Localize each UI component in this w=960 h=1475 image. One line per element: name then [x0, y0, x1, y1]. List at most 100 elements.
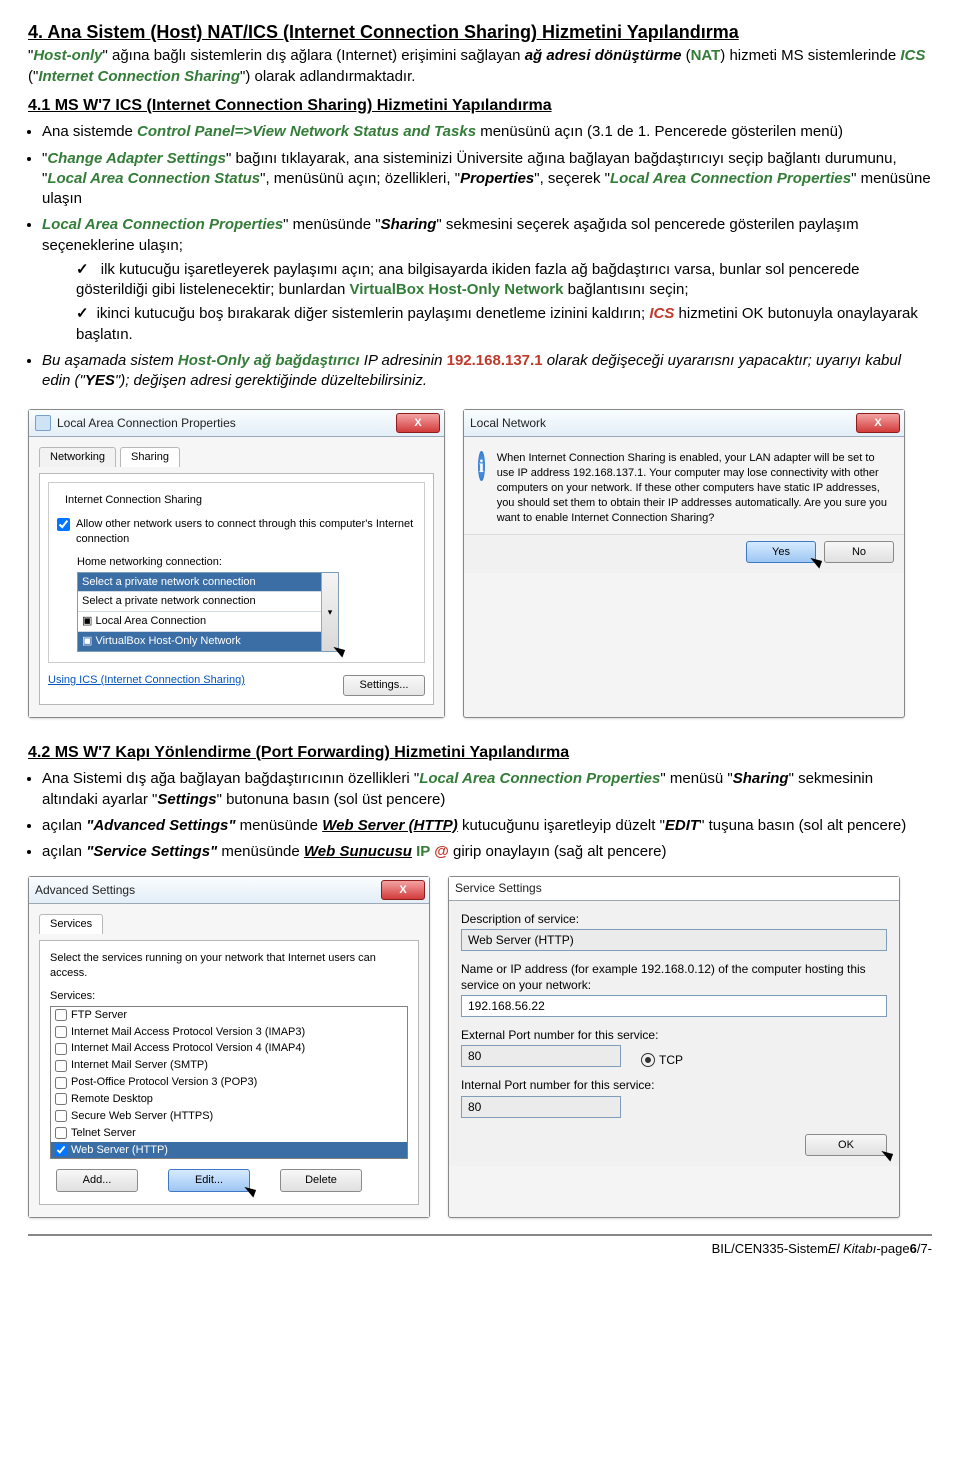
services-listbox[interactable]: FTP ServerInternet Mail Access Protocol …: [50, 1006, 408, 1160]
info-text: When Internet Connection Sharing is enab…: [497, 451, 890, 525]
yes-button[interactable]: Yes: [746, 541, 816, 564]
service-checkbox[interactable]: [55, 1043, 67, 1055]
list-4-2: Ana Sistemi dış ağa bağlayan bağdaştırıc…: [42, 769, 932, 862]
dropdown-home-net[interactable]: Select a private network connection ▾ Se…: [77, 572, 339, 652]
service-row[interactable]: Web Server (HTTP): [51, 1142, 407, 1159]
txt: (": [28, 68, 38, 85]
service-row[interactable]: Post-Office Protocol Version 3 (POP3): [51, 1074, 407, 1091]
edit-button[interactable]: Edit...: [168, 1169, 250, 1192]
settings-button[interactable]: Settings...: [343, 675, 425, 696]
dropdown-option-highlighted[interactable]: ▣ VirtualBox Host-Only Network: [78, 631, 338, 651]
footer-text-italic: El Kitabı: [828, 1240, 876, 1258]
close-button[interactable]: X: [381, 880, 425, 900]
add-button[interactable]: Add...: [56, 1169, 138, 1192]
field-ip[interactable]: [461, 995, 887, 1017]
txt: ") olarak adlandırmaktadır.: [240, 68, 415, 85]
list-item: Ana Sistemi dış ağa bağlayan bağdaştırıc…: [42, 769, 932, 810]
checkbox-label: Allow other network users to connect thr…: [76, 517, 416, 547]
dropdown-option[interactable]: ▣ Local Area Connection: [78, 611, 338, 631]
close-button[interactable]: X: [856, 413, 900, 433]
tab-strip: Services: [39, 914, 419, 934]
service-row[interactable]: Remote Desktop: [51, 1091, 407, 1108]
txt: " menüsünde ": [283, 216, 380, 233]
dropdown-option[interactable]: Select a private network connection: [78, 591, 338, 611]
term-adv-settings: "Advanced Settings": [86, 817, 235, 834]
service-row[interactable]: Internet Mail Access Protocol Version 4 …: [51, 1040, 407, 1057]
service-label: Post-Office Protocol Version 3 (POP3): [71, 1075, 257, 1090]
dialog-button-row: Yes No: [464, 534, 904, 574]
ok-button[interactable]: OK: [805, 1134, 887, 1157]
service-checkbox[interactable]: [55, 1110, 67, 1122]
service-label: Internet Mail Access Protocol Version 3 …: [71, 1025, 305, 1040]
label-home-net: Home networking connection:: [77, 555, 416, 570]
label-desc: Description of service:: [461, 911, 887, 927]
dialog-advanced-settings: Advanced Settings X Services Select the …: [28, 876, 430, 1218]
close-button[interactable]: X: [396, 413, 440, 433]
shield-icon: [35, 415, 51, 431]
tab-sharing[interactable]: Sharing: [120, 447, 180, 467]
txt: (: [681, 47, 690, 64]
chevron-down-icon[interactable]: ▾: [321, 573, 338, 651]
term-ics: ICS: [900, 47, 925, 64]
service-checkbox[interactable]: [55, 1077, 67, 1089]
service-row[interactable]: Internet Mail Server (SMTP): [51, 1057, 407, 1074]
window-title: Advanced Settings: [35, 882, 135, 898]
list-item: Ana sistemde Control Panel=>View Network…: [42, 122, 932, 142]
txt: Bu aşamada sistem: [42, 352, 178, 369]
service-label: Web Server (HTTP): [71, 1143, 168, 1158]
term-cas: Change Adapter Settings: [47, 150, 226, 167]
screenshot-row-2: Advanced Settings X Services Select the …: [28, 876, 932, 1218]
term-properties: Properties: [460, 170, 534, 187]
window-title: Local Area Connection Properties: [57, 415, 236, 431]
heading-4-2: 4.2 MS W'7 Kapı Yönlendirme (Port Forwar…: [28, 742, 932, 764]
tab-networking[interactable]: Networking: [39, 447, 116, 467]
dialog-service-settings: Service Settings Description of service:…: [448, 876, 900, 1218]
txt: kutucuğunu işaretleyip düzelt ": [458, 817, 665, 834]
menu-path: Control Panel=>View Network Status and T…: [137, 123, 476, 140]
intro-paragraph: "Host-only" ağına bağlı sistemlerin dış …: [28, 46, 932, 87]
checkbox-allow-share[interactable]: Allow other network users to connect thr…: [57, 517, 416, 547]
list-item: Bu aşamada sistem Host-Only ağ bağdaştır…: [42, 351, 932, 392]
service-checkbox[interactable]: [55, 1127, 67, 1139]
term-yes: YES: [85, 372, 115, 389]
radio-label: TCP: [659, 1052, 683, 1068]
window-title: Local Network: [470, 415, 546, 431]
service-checkbox[interactable]: [55, 1009, 67, 1021]
service-checkbox[interactable]: [55, 1144, 67, 1156]
term-addr-trans: ağ adresi dönüştürme: [525, 47, 682, 64]
term-at: @: [430, 843, 449, 860]
checkbox-input[interactable]: [57, 518, 70, 531]
txt: ", menüsünü açın; özellikleri, ": [260, 170, 460, 187]
txt: menüsünü açın (3.1 de 1. Pencerede göste…: [476, 123, 843, 140]
txt: ) hizmeti MS sistemlerinde: [720, 47, 900, 64]
term-nat: NAT: [691, 47, 721, 64]
service-row[interactable]: Telnet Server: [51, 1125, 407, 1142]
services-label: Services:: [50, 989, 408, 1004]
term-sharing2: Sharing: [733, 770, 789, 787]
dialog-body: Description of service: Name or IP addre…: [449, 901, 899, 1167]
txt: açılan: [42, 843, 86, 860]
tab-services[interactable]: Services: [39, 914, 103, 934]
term-web-server: Web Server (HTTP): [322, 817, 458, 834]
link-using-ics[interactable]: Using ICS (Internet Connection Sharing): [48, 674, 245, 686]
service-checkbox[interactable]: [55, 1026, 67, 1038]
heading-4: 4. Ana Sistem (Host) NAT/ICS (Internet C…: [28, 20, 932, 44]
list-item: açılan "Service Settings" menüsünde Web …: [42, 842, 932, 862]
delete-button[interactable]: Delete: [280, 1169, 362, 1192]
term-service-settings: "Service Settings": [86, 843, 217, 860]
service-row[interactable]: Secure Web Server (HTTPS): [51, 1108, 407, 1125]
txt: VirtualBox Host-Only Network: [95, 635, 240, 647]
ip-137: 192.168.137.1: [447, 352, 543, 369]
txt: bağlantısını seçin;: [563, 281, 688, 298]
service-row[interactable]: FTP Server: [51, 1007, 407, 1024]
term-lacp2: Local Area Connection Properties: [42, 216, 283, 233]
txt: " ağına bağlı sistemlerin dış ağlara (In…: [103, 47, 525, 64]
txt: " menüsü ": [660, 770, 732, 787]
no-button[interactable]: No: [824, 541, 894, 564]
service-row[interactable]: Internet Mail Access Protocol Version 3 …: [51, 1024, 407, 1041]
service-checkbox[interactable]: [55, 1060, 67, 1072]
radio-tcp[interactable]: TCP: [641, 1052, 683, 1068]
term-lacs: Local Area Connection Status: [47, 170, 260, 187]
service-checkbox[interactable]: [55, 1093, 67, 1105]
check-icon: ✓: [76, 261, 97, 278]
